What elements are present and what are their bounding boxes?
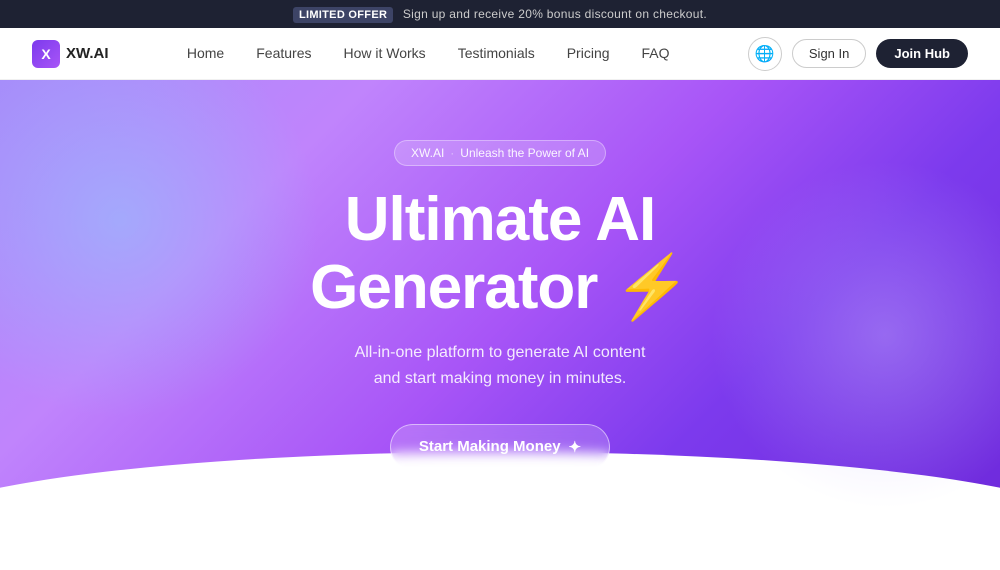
navbar: X XW.AI Home Features How it Works Testi… (0, 28, 1000, 80)
nav-item-how-it-works[interactable]: How it Works (343, 45, 425, 63)
hero-section: XW.AI · Unleash the Power of AI Ultimate… (0, 80, 1000, 570)
joinhub-button[interactable]: Join Hub (876, 39, 968, 68)
nav-item-features[interactable]: Features (256, 45, 311, 63)
logo-text: XW.AI (66, 45, 109, 62)
cta-icon: ✦ (569, 438, 582, 456)
badge-separator: · (450, 146, 454, 160)
nav-link-home[interactable]: Home (187, 45, 224, 61)
nav-right: 🌐 Sign In Join Hub (748, 37, 968, 71)
nav-link-testimonials[interactable]: Testimonials (458, 45, 535, 61)
hero-content: XW.AI · Unleash the Power of AI Ultimate… (310, 140, 690, 505)
announcement-bar: LIMITED OFFER Sign up and receive 20% bo… (0, 0, 1000, 28)
hero-subtitle-line2: and start making money in minutes. (374, 370, 627, 387)
nav-item-pricing[interactable]: Pricing (567, 45, 610, 63)
nav-links: Home Features How it Works Testimonials … (187, 45, 670, 63)
badge-brand: XW.AI (411, 146, 444, 160)
nav-link-faq[interactable]: FAQ (642, 45, 670, 61)
nav-item-testimonials[interactable]: Testimonials (458, 45, 535, 63)
logo-icon: X (32, 40, 60, 68)
offer-label: LIMITED OFFER (293, 7, 393, 23)
hero-title-line1: Ultimate AI (345, 185, 656, 254)
discover-link[interactable]: Discover MagicAI (449, 490, 550, 505)
cta-button[interactable]: Start Making Money ✦ (390, 424, 610, 470)
offer-text: Sign up and receive 20% bonus discount o… (403, 7, 707, 21)
navbar-logo: X XW.AI (32, 40, 109, 68)
language-button[interactable]: 🌐 (748, 37, 782, 71)
nav-link-how-it-works[interactable]: How it Works (343, 45, 425, 61)
signin-button[interactable]: Sign In (792, 39, 866, 68)
nav-link-features[interactable]: Features (256, 45, 311, 61)
hero-title: Ultimate AI Generator ⚡ (310, 186, 690, 322)
nav-item-home[interactable]: Home (187, 45, 224, 63)
globe-icon: 🌐 (755, 44, 775, 64)
nav-link-pricing[interactable]: Pricing (567, 45, 610, 61)
cta-label: Start Making Money (419, 438, 561, 455)
lightning-icon: ⚡ (614, 253, 690, 322)
nav-item-faq[interactable]: FAQ (642, 45, 670, 63)
hero-title-line2: Generator (310, 253, 597, 322)
hero-badge: XW.AI · Unleash the Power of AI (394, 140, 606, 166)
hero-subtitle-line1: All-in-one platform to generate AI conte… (355, 344, 646, 361)
hero-subtitle: All-in-one platform to generate AI conte… (355, 340, 646, 391)
badge-text: Unleash the Power of AI (460, 146, 589, 160)
